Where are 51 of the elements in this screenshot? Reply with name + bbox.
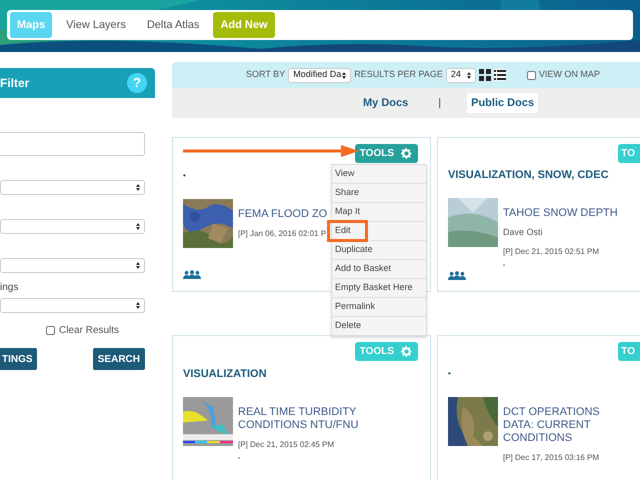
- date-text: [P] Jan 06, 2016 02:01 P: [238, 228, 326, 240]
- author-text: Dave Osti: [503, 226, 544, 238]
- select-field[interactable]: [0, 298, 145, 313]
- document-title[interactable]: REAL TIME TURBIDITY CONDITIONS NTU/FNU: [238, 406, 368, 432]
- select-field[interactable]: [0, 219, 145, 234]
- tag-text: •: [448, 368, 451, 380]
- grid-view-icon[interactable]: [478, 69, 491, 81]
- updown-icon: [136, 184, 140, 191]
- document-title[interactable]: TAHOE SNOW DEPTH: [503, 206, 633, 220]
- text-field[interactable]: [0, 132, 145, 156]
- menu-item[interactable]: Edit: [332, 222, 426, 241]
- updown-icon: [342, 72, 346, 78]
- menu-item[interactable]: Delete: [332, 317, 426, 336]
- select-field[interactable]: Modified Da: [288, 68, 352, 82]
- select-field[interactable]: [0, 180, 145, 195]
- list-view-icon[interactable]: [494, 69, 506, 81]
- updown-icon: [136, 302, 140, 309]
- checkbox[interactable]: [526, 70, 536, 80]
- date-text: [P] Dec 17, 2015 03:16 PM: [503, 452, 600, 464]
- menu-item[interactable]: Permalink: [332, 298, 426, 317]
- checkbox[interactable]: [46, 326, 55, 335]
- tag-text: VISUALIZATION: [183, 366, 267, 382]
- clear-results-label: Clear Results: [58, 324, 120, 338]
- search-button[interactable]: SEARCH: [92, 348, 145, 370]
- per-page-label: RESULTS PER PAGE: [354, 68, 443, 82]
- docs-tab[interactable]: Public Docs: [467, 93, 538, 113]
- docs-tab[interactable]: My Docs: [359, 93, 412, 113]
- field-label: ings: [0, 282, 20, 294]
- sort-label: SORT BY: [246, 68, 286, 82]
- nav-tab[interactable]: View Layers: [59, 12, 133, 38]
- settings-button[interactable]: TINGS: [0, 348, 37, 370]
- select-field[interactable]: [0, 258, 145, 273]
- document-title[interactable]: DCT OPERATIONS DATA: CURRENT CONDITIONS: [503, 406, 633, 445]
- menu-item[interactable]: View: [332, 165, 426, 184]
- menu-item[interactable]: Add to Basket: [332, 260, 426, 279]
- updown-icon: [136, 223, 140, 230]
- menu-item[interactable]: Empty Basket Here: [332, 279, 426, 298]
- separator-text: |: [438, 96, 442, 111]
- filter-title: Filter: [0, 75, 30, 92]
- updown-icon: [136, 262, 140, 269]
- updown-icon: [466, 72, 471, 78]
- tag-text: VISUALIZATION, SNOW, CDEC: [448, 168, 609, 183]
- menu-item[interactable]: Duplicate: [332, 241, 426, 260]
- tag-text: •: [183, 170, 186, 182]
- menu-item[interactable]: Map It: [332, 203, 426, 222]
- nav-tab[interactable]: Delta Atlas: [140, 12, 206, 38]
- date-text: [P] Dec 21, 2015 02:51 PM: [503, 246, 600, 258]
- view-on-map-label: VIEW ON MAP: [538, 68, 600, 82]
- select-field[interactable]: 24: [446, 68, 476, 82]
- date-text: [P] Dec 21, 2015 02:45 PM: [238, 439, 334, 451]
- menu-item[interactable]: Share: [332, 184, 426, 203]
